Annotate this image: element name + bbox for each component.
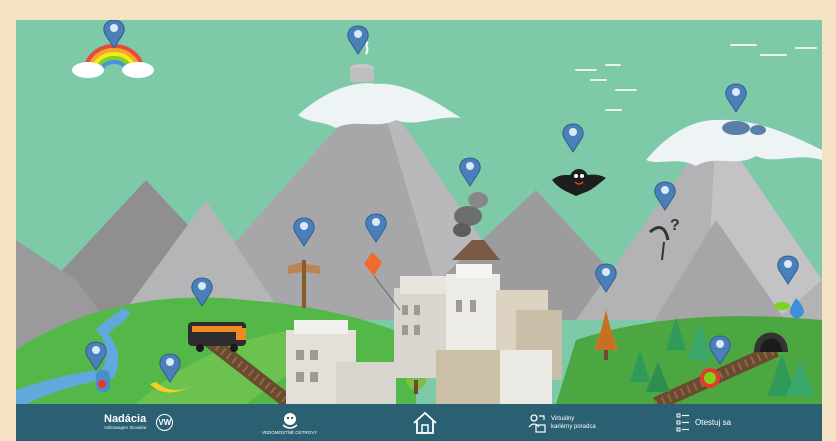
pin-rainbow[interactable] [103,20,125,49]
bat-icon [552,169,606,196]
pin-volcano[interactable] [459,157,481,187]
pin-cooking-pot[interactable] [347,25,369,55]
island-map-scene: ? [16,20,822,404]
game-map: ? [16,20,822,438]
home-icon [413,411,437,434]
brand-text: Nadácia Volkswagen Slovakia [104,414,146,431]
career-advisor-button[interactable]: Virtuálny kariérny poradca [528,404,596,441]
apple-tree-icon [96,370,110,392]
wind-lines [575,44,817,111]
nadacia-brand[interactable]: Nadácia Volkswagen Slovakia VW [104,404,174,441]
advisor-line2: kariérny poradca [551,423,596,430]
monkey-logo-icon [282,412,298,429]
bush-icon [700,368,720,388]
advisor-icon [528,413,546,433]
rainbow-cloud-icon [72,44,154,78]
bottom-bar: Nadácia Volkswagen Slovakia VW VEDOMOSTN… [16,404,822,441]
checklist-icon [676,413,689,431]
test-button[interactable]: Otestuj sa [676,404,731,441]
brand-name: Nadácia [104,413,147,425]
svg-text:?: ? [670,217,680,234]
advisor-line1: Virtuálny [551,415,575,422]
game-logo[interactable]: VEDOMOSTNÉ OSTROVY [262,404,317,441]
pin-bat[interactable] [562,123,584,153]
pin-footprints[interactable] [725,83,747,113]
game-logo-text: VEDOMOSTNÉ OSTROVY [262,429,318,435]
home-button[interactable] [412,404,438,441]
footprints-icon [722,121,766,135]
advisor-text: Virtuálny kariérny poradca [551,415,596,431]
brand-subtitle: Volkswagen Slovakia [104,425,147,430]
test-label: Otestuj sa [695,418,732,427]
vw-logo-icon: VW [156,414,174,431]
snow-cap-left [298,83,461,128]
